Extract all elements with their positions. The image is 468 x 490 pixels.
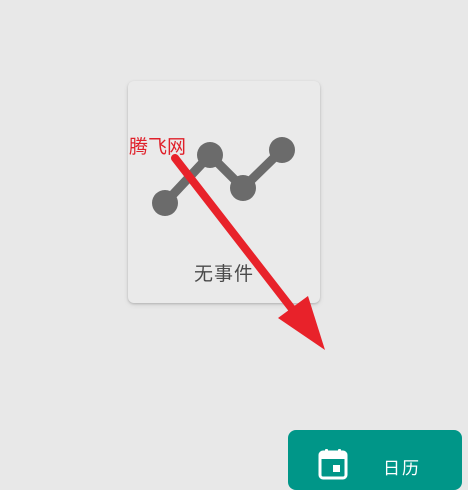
calendar-icon [318, 449, 348, 480]
empty-state-card: 无事件 [128, 81, 320, 303]
watermark-text: 腾飞网 [129, 136, 187, 158]
no-events-label: 无事件 [193, 263, 254, 285]
calendar-button-label: 日历 [383, 459, 421, 479]
calendar-button[interactable]: 日历 [288, 430, 462, 490]
